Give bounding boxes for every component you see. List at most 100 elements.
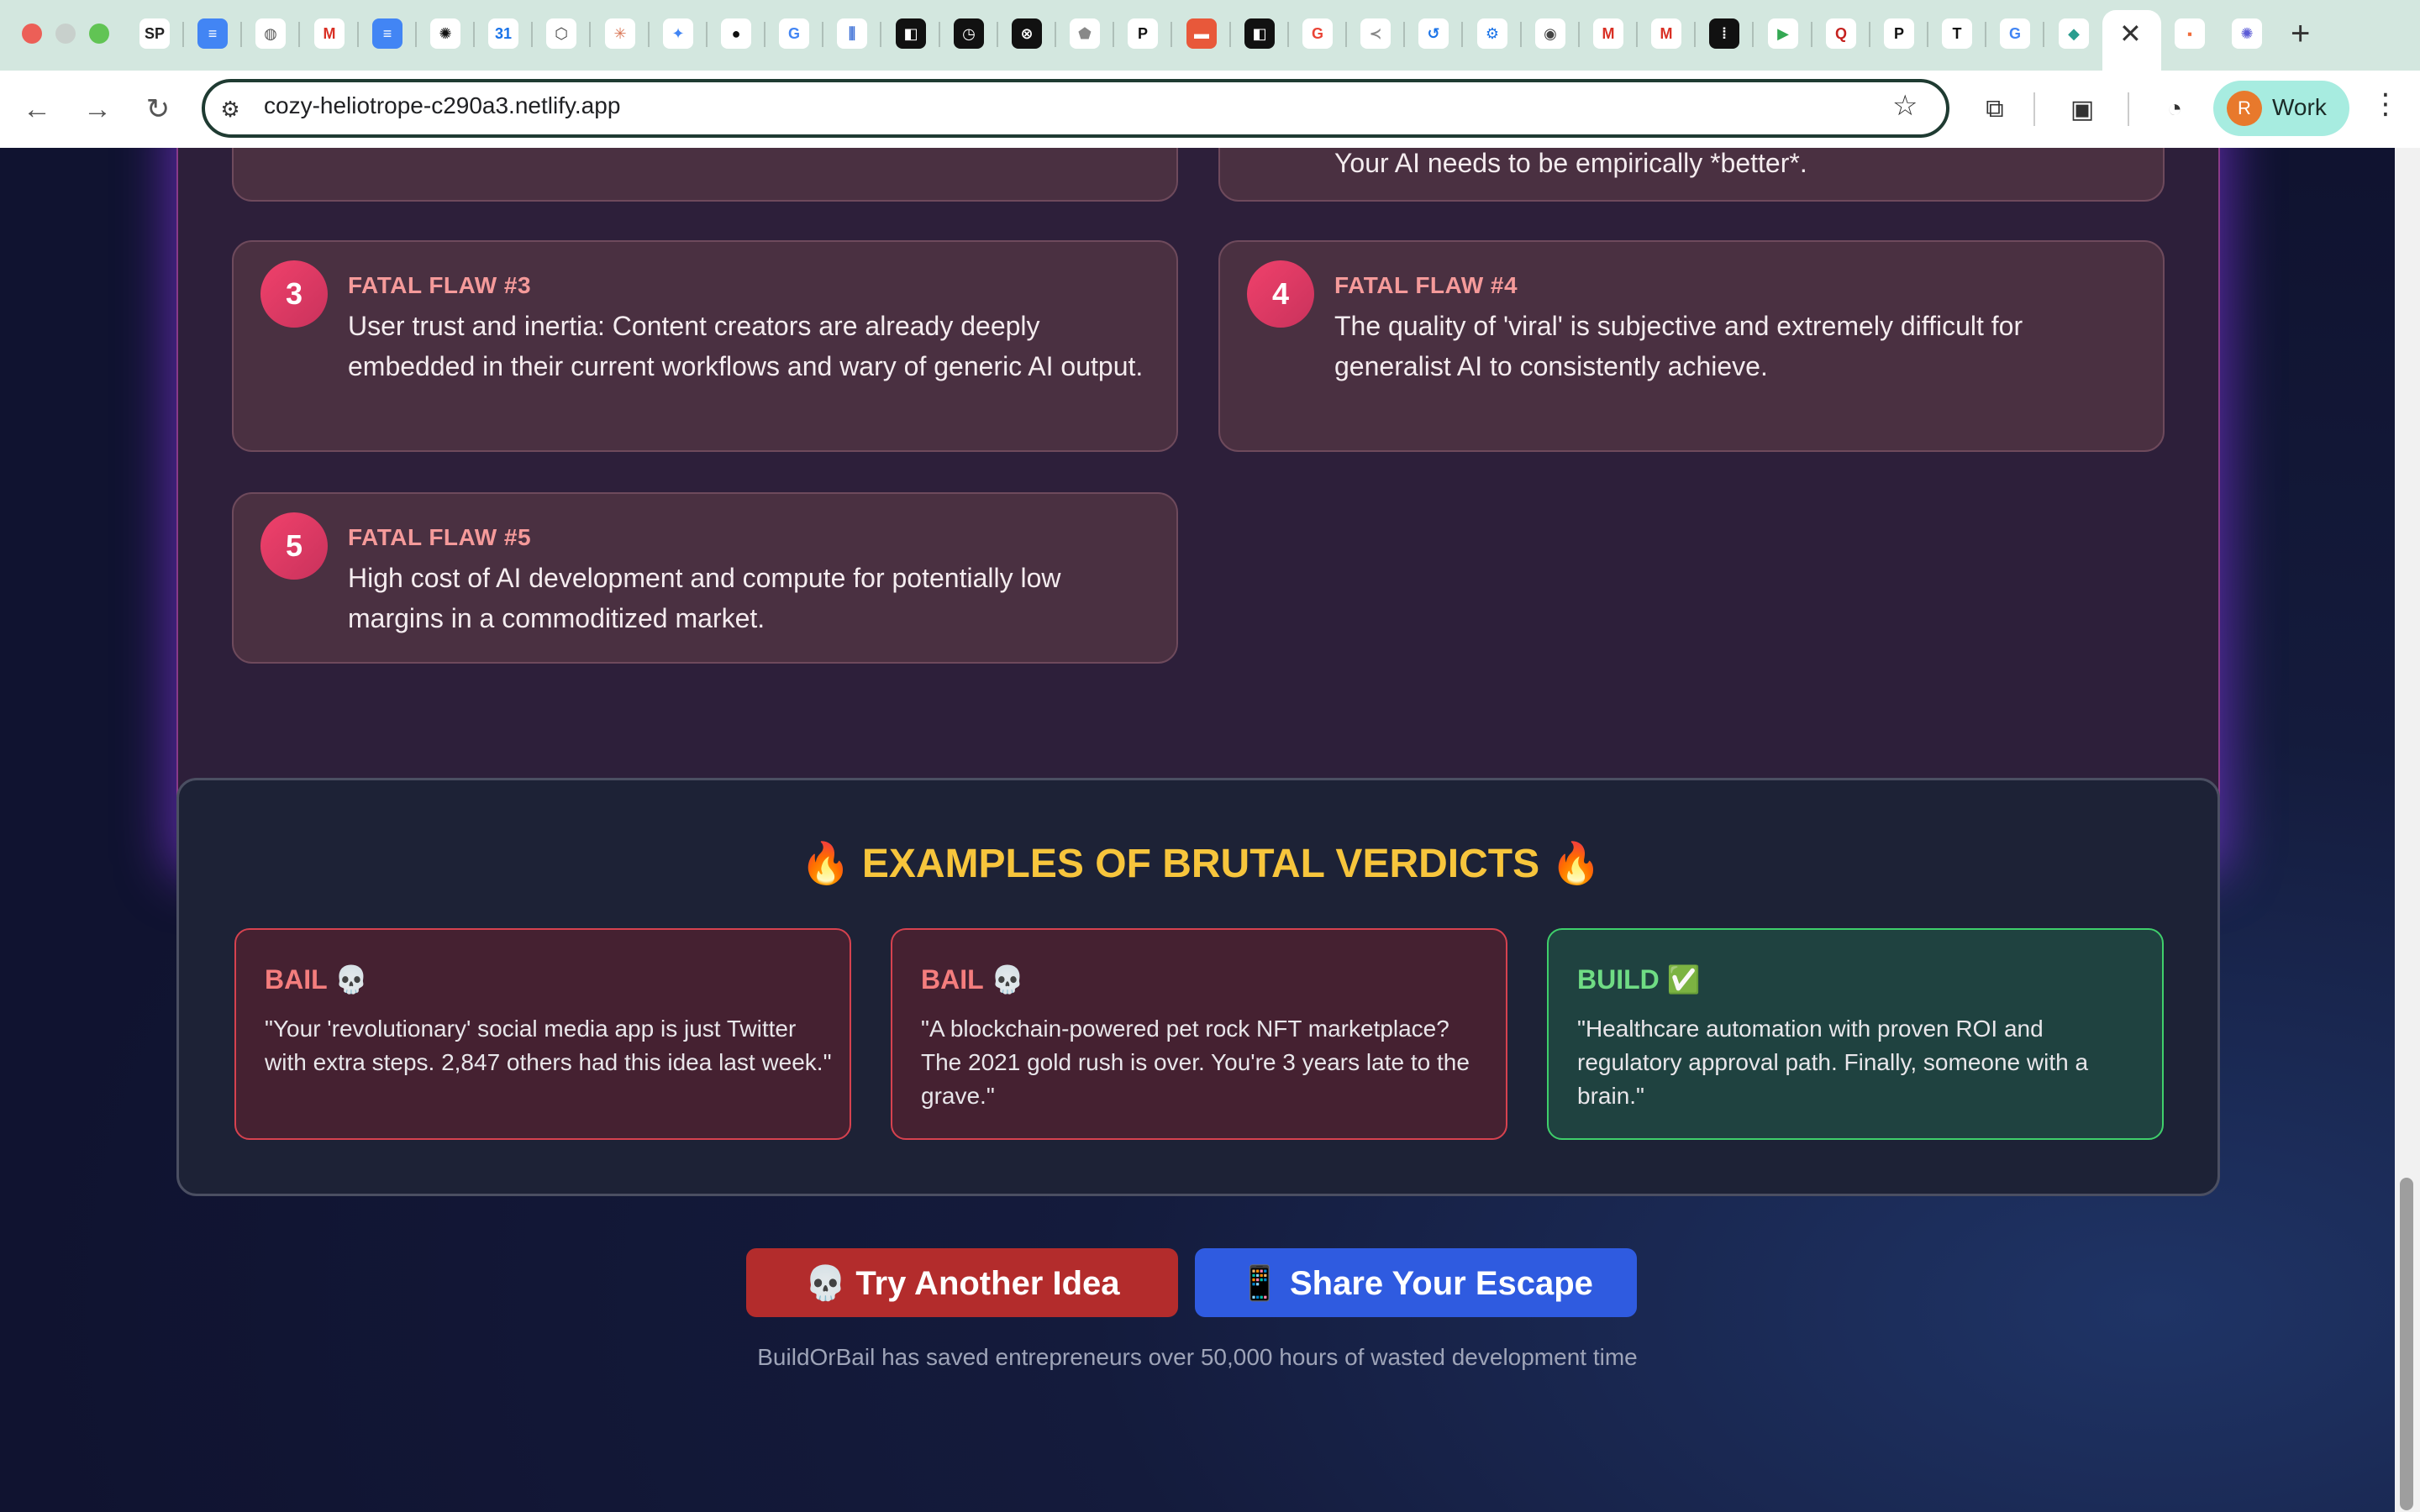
tab-divider <box>1403 22 1405 47</box>
tab-divider <box>1461 22 1463 47</box>
tab-divider <box>240 22 242 47</box>
tab-divider <box>298 22 300 47</box>
p-icon[interactable]: P <box>1128 18 1158 49</box>
verdict-label: BUILD ✅ <box>1577 964 1701 995</box>
globe-icon[interactable]: ◍ <box>255 18 286 49</box>
browser-menu-icon[interactable]: ⋮ <box>2371 87 2400 121</box>
tab-divider <box>473 22 475 47</box>
gmail-icon[interactable]: M <box>1593 18 1623 49</box>
tab-divider <box>1869 22 1870 47</box>
q-icon[interactable]: Q <box>1826 18 1856 49</box>
toolbar-divider <box>2033 92 2035 126</box>
orange-app-icon[interactable]: ⬝ <box>2175 18 2205 49</box>
flaw-text: High cost of AI development and compute … <box>348 563 1061 633</box>
p-icon[interactable]: P <box>1884 18 1914 49</box>
pattern-icon[interactable]: ⊗ <box>1012 18 1042 49</box>
reload-icon[interactable]: ↻ <box>138 89 178 129</box>
pentagon-icon[interactable]: ⬟ <box>1070 18 1100 49</box>
orange-square-icon[interactable]: ▬ <box>1186 18 1217 49</box>
flaw-number-badge: 4 <box>1247 260 1314 328</box>
tab-divider <box>182 22 184 47</box>
tab-divider <box>822 22 823 47</box>
footer-note: BuildOrBail has saved entrepreneurs over… <box>757 1344 1638 1370</box>
flaw-card: 4 FATAL FLAW #4 The quality of 'viral' i… <box>1218 240 2165 452</box>
github-icon[interactable]: ● <box>721 18 751 49</box>
calendar-icon[interactable]: 31 <box>488 18 518 49</box>
google-icon[interactable]: G <box>779 18 809 49</box>
flaw-title: FATAL FLAW #4 <box>1334 272 1518 298</box>
verdict-card-bail: BAIL 💀 "Your 'revolutionary' social medi… <box>234 928 851 1140</box>
settings-icon[interactable]: ⚙ <box>1477 18 1507 49</box>
performance-icon[interactable]: ◔ <box>2156 91 2193 128</box>
gmail-icon[interactable]: M <box>314 18 345 49</box>
diamond-icon[interactable]: ◆ <box>2059 18 2089 49</box>
extensions-icon[interactable]: ⧉ <box>1976 91 2013 128</box>
openai-icon[interactable]: ✺ <box>430 18 460 49</box>
profile-name[interactable]: Work <box>2272 94 2327 121</box>
tab-divider <box>1345 22 1347 47</box>
google-icon[interactable]: G <box>2000 18 2030 49</box>
chrome-icon[interactable]: ◉ <box>1535 18 1565 49</box>
play-icon[interactable]: ▶ <box>1768 18 1798 49</box>
tab-divider <box>880 22 881 47</box>
flaw-card: 5 FATAL FLAW #5 High cost of AI developm… <box>232 492 1178 664</box>
site-settings-icon[interactable]: ⚙ <box>215 94 245 124</box>
examples-panel: 🔥 EXAMPLES OF BRUTAL VERDICTS 🔥 BAIL 💀 "… <box>176 778 2220 1196</box>
tab-divider <box>415 22 417 47</box>
gemini-icon[interactable]: ✦ <box>663 18 693 49</box>
tab-divider <box>939 22 940 47</box>
tab-divider <box>706 22 708 47</box>
flaw-title: FATAL FLAW #5 <box>348 524 532 550</box>
tab-search-icon[interactable]: ▣ <box>2064 91 2101 128</box>
nyt-icon[interactable]: T <box>1942 18 1972 49</box>
maximize-window-button[interactable] <box>89 24 109 44</box>
fatal-flaws-panel: Your AI needs to be empirically *better*… <box>176 148 2220 870</box>
claude-icon[interactable]: ✳ <box>605 18 635 49</box>
forward-arrow-icon[interactable]: → <box>77 89 118 129</box>
tab-divider <box>589 22 591 47</box>
verdict-quote: "Healthcare automation with proven ROI a… <box>1577 1016 2089 1109</box>
square-icon[interactable]: ◧ <box>1244 18 1275 49</box>
try-another-idea-button[interactable]: 💀 Try Another Idea <box>746 1248 1178 1317</box>
close-window-button[interactable] <box>22 24 42 44</box>
minimize-window-button[interactable] <box>55 24 76 44</box>
page-viewport: Your AI needs to be empirically *better*… <box>0 148 2395 1512</box>
verdict-card-build: BUILD ✅ "Healthcare automation with prov… <box>1547 928 2164 1140</box>
bracket-icon[interactable]: ⁞ <box>1709 18 1739 49</box>
tab-divider <box>1927 22 1928 47</box>
back-arrow-icon[interactable]: ← <box>17 89 57 129</box>
bookmark-star-icon[interactable]: ☆ <box>1892 89 1918 123</box>
verdict-quote: "A blockchain-powered pet rock NFT marke… <box>921 1016 1470 1109</box>
docs-icon[interactable]: ≡ <box>372 18 402 49</box>
clock-icon[interactable]: ◷ <box>954 18 984 49</box>
avatar[interactable]: R <box>2227 91 2262 126</box>
tab-divider <box>1636 22 1638 47</box>
tab-divider <box>1113 22 1114 47</box>
gmail-icon[interactable]: M <box>1651 18 1681 49</box>
scrollbar-thumb[interactable] <box>2400 1178 2413 1510</box>
toolbar-divider <box>2128 92 2129 126</box>
tab-divider <box>1520 22 1522 47</box>
tab-divider <box>2043 22 2044 47</box>
square-icon[interactable]: ◧ <box>896 18 926 49</box>
flaw-text: Your AI needs to be empirically *better*… <box>1334 148 1807 178</box>
share-escape-button[interactable]: 📱 Share Your Escape <box>1195 1248 1637 1317</box>
google-icon[interactable]: G <box>1302 18 1333 49</box>
tab-divider <box>997 22 998 47</box>
chart-icon[interactable]: ⫼ <box>837 18 867 49</box>
box-icon[interactable]: ⬡ <box>546 18 576 49</box>
tab-divider <box>1171 22 1172 47</box>
history-icon[interactable]: ↺ <box>1418 18 1449 49</box>
flaw-number-badge: 5 <box>260 512 328 580</box>
new-tab-button[interactable]: + <box>2291 15 2310 52</box>
docs-icon[interactable]: ≡ <box>197 18 228 49</box>
tab-divider <box>1985 22 1986 47</box>
arrow-icon[interactable]: ≺ <box>1360 18 1391 49</box>
flaw-number-badge: 3 <box>260 260 328 328</box>
snowflake-icon[interactable]: ✺ <box>2232 18 2262 49</box>
flaw-title: FATAL FLAW #3 <box>348 272 532 298</box>
url-text[interactable]: cozy-heliotrope-c290a3.netlify.app <box>264 92 620 119</box>
flaw-card: Your AI needs to be empirically *better*… <box>1218 148 2165 202</box>
close-tab-icon[interactable]: ✕ <box>2119 18 2142 49</box>
sp-icon[interactable]: SP <box>139 18 170 49</box>
